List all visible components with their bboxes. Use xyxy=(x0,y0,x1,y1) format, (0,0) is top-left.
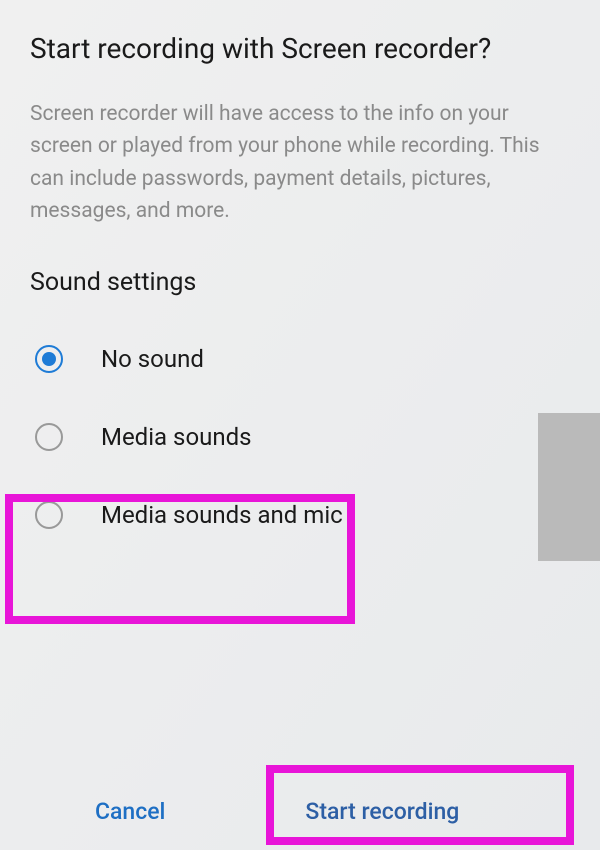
start-recording-button[interactable]: Start recording xyxy=(305,798,459,825)
cancel-button[interactable]: Cancel xyxy=(95,798,165,825)
radio-option-no-sound[interactable]: No sound xyxy=(30,327,570,391)
radio-option-media-sounds[interactable]: Media sounds xyxy=(30,391,570,483)
radio-selected-icon xyxy=(35,345,63,373)
sound-settings-header: Sound settings xyxy=(30,268,570,297)
radio-label-no-sound: No sound xyxy=(101,345,204,373)
scrollbar-area xyxy=(538,413,600,561)
radio-option-media-and-mic[interactable]: Media sounds and mic xyxy=(30,483,570,547)
dialog-title: Start recording with Screen recorder? xyxy=(30,30,570,68)
radio-label-media-and-mic: Media sounds and mic xyxy=(101,501,343,529)
radio-unselected-icon xyxy=(35,423,63,451)
dialog-description: Screen recorder will have access to the … xyxy=(30,98,570,228)
radio-label-media-sounds: Media sounds xyxy=(101,423,252,451)
radio-unselected-icon xyxy=(35,501,63,529)
